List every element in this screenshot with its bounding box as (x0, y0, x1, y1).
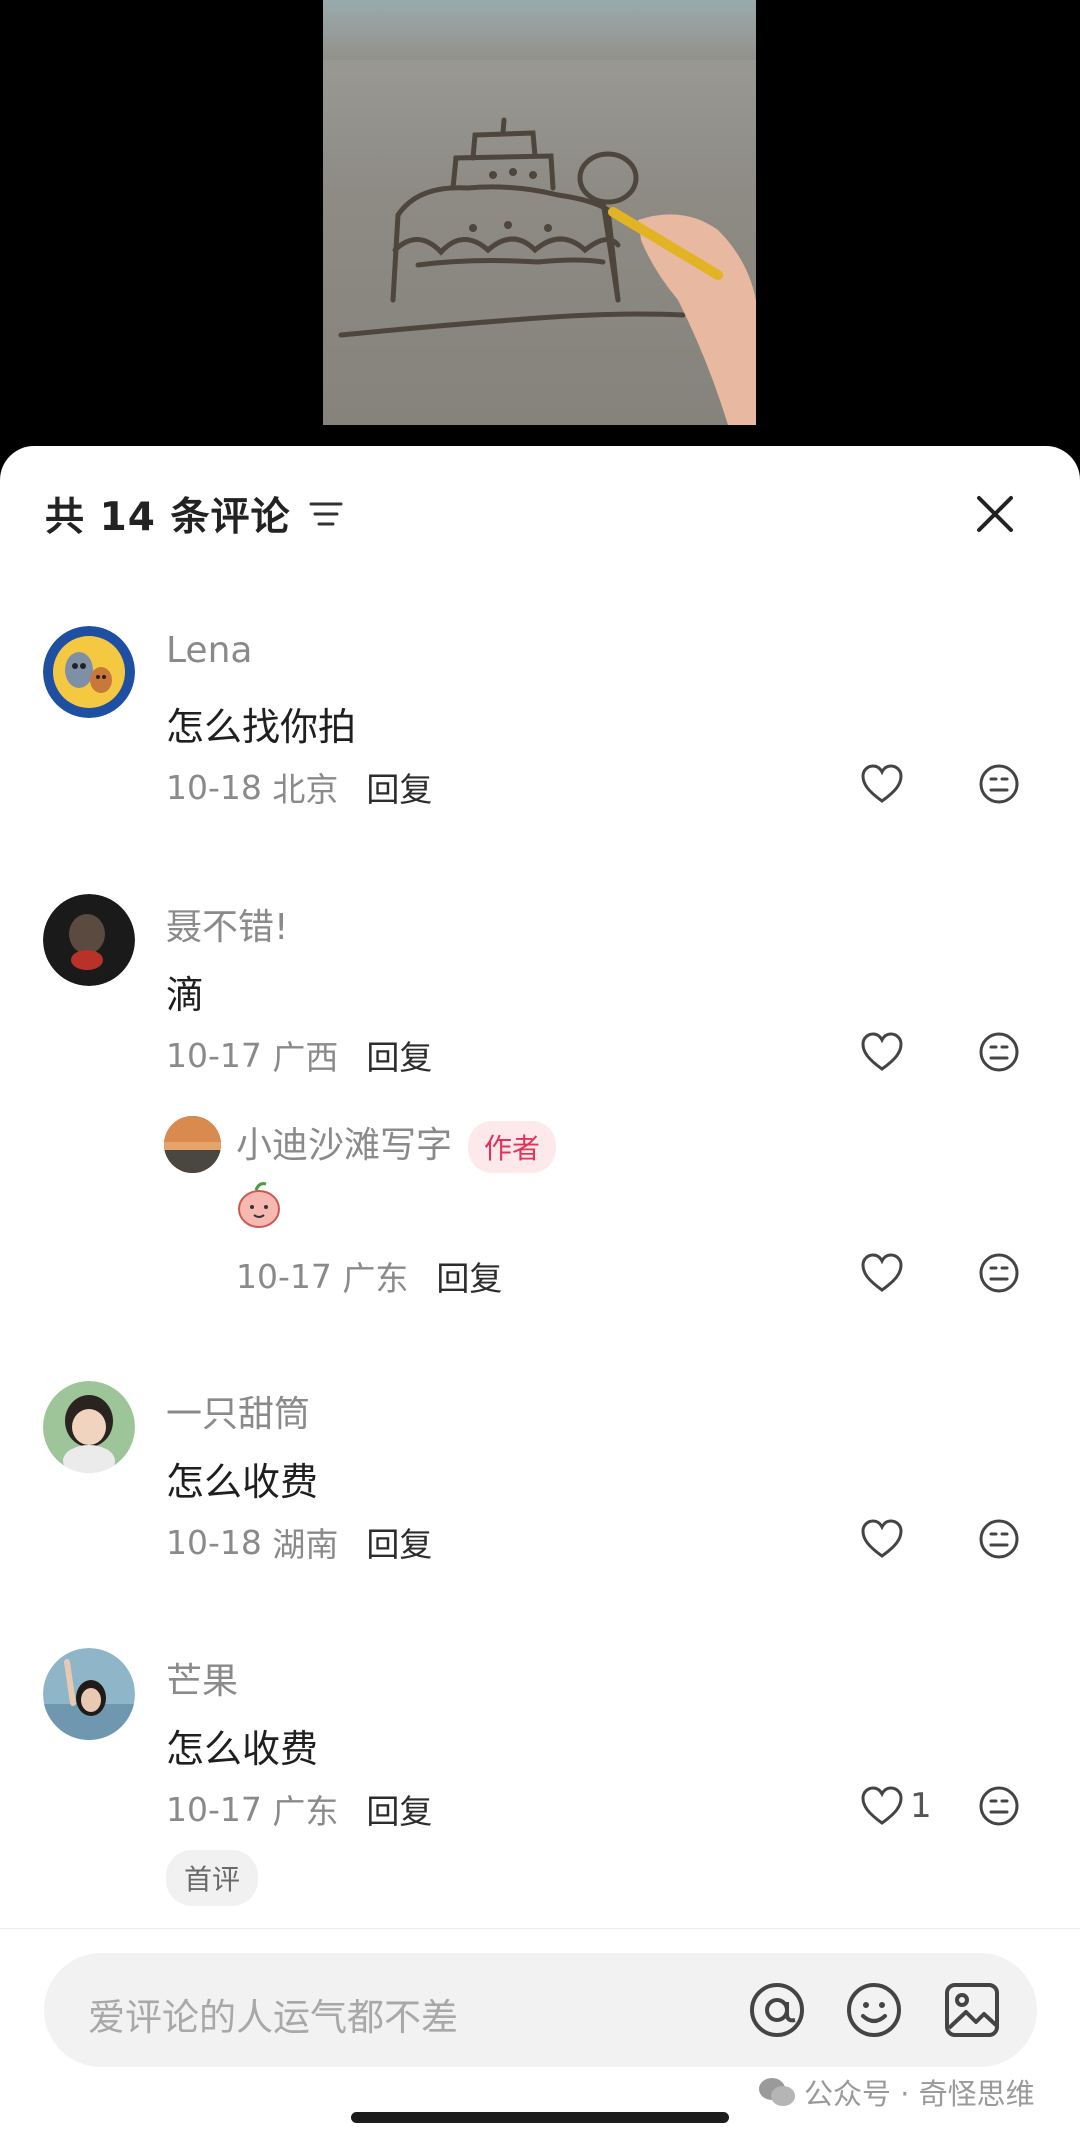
like-button[interactable] (860, 1517, 910, 1561)
author-tag: 作者 (468, 1121, 557, 1173)
comment-input-bar: 爱评论的人运气都不差 公众号 · 奇怪思维 (0, 1928, 1080, 2140)
comment-count: 14 (99, 495, 156, 540)
first-comment-badge: 首评 (166, 1850, 259, 1906)
peach-sticker-icon (238, 1182, 280, 1228)
sunset-beach-avatar-icon (164, 1116, 221, 1173)
sea-portrait-avatar-icon (43, 1648, 135, 1740)
avatar[interactable] (43, 894, 135, 986)
video-preview[interactable] (0, 0, 1080, 446)
home-indicator[interactable] (351, 2112, 729, 2123)
comment-author[interactable]: 芒果 (166, 1652, 238, 1704)
comment-text: 滴 (166, 973, 205, 1017)
tom-and-jerry-avatar-icon (43, 626, 135, 718)
sort-icon[interactable] (308, 499, 344, 529)
avatar[interactable] (164, 1116, 221, 1173)
comment-location: 广东 (272, 1792, 339, 1831)
comment-author[interactable]: 聂不错! (166, 898, 288, 950)
wechat-icon (759, 2078, 795, 2106)
like-button[interactable] (860, 762, 910, 806)
comment-date: 10-17 (166, 1789, 262, 1829)
heart-icon (861, 764, 903, 803)
comment-location: 湖南 (272, 1525, 339, 1564)
comment-sheet-header: 共 14 条评论 (45, 484, 1040, 544)
watermark-text: 公众号 · 奇怪思维 (804, 2077, 1035, 2111)
comment-meta: 10-18 湖南 回复 (166, 1518, 432, 1566)
image-icon[interactable] (942, 1980, 1002, 2040)
dislike-face-icon[interactable] (978, 1785, 1020, 1827)
heart-icon (861, 1032, 903, 1071)
reply-author-row: 小迪沙滩写字 作者 (236, 1116, 557, 1173)
heart-icon (861, 1519, 903, 1558)
comment-date: 10-18 (166, 1522, 262, 1562)
emoji-icon[interactable] (844, 1980, 904, 2040)
mention-icon[interactable] (747, 1980, 807, 2040)
comment-meta: 10-18 北京 回复 (166, 763, 432, 811)
comment-date: 10-17 (166, 1035, 262, 1075)
comment-location: 广西 (272, 1038, 339, 1077)
reply-button[interactable]: 回复 (366, 763, 432, 811)
avatar[interactable] (43, 626, 135, 718)
like-count: 1 (910, 1786, 932, 1826)
reply-button[interactable]: 回复 (436, 1252, 502, 1300)
sand-drawing-image (323, 0, 756, 425)
dislike-face-icon[interactable] (978, 1252, 1020, 1294)
title-suffix: 条评论 (170, 495, 291, 540)
dislike-face-icon[interactable] (978, 763, 1020, 805)
reply-meta: 10-17 广东 回复 (236, 1252, 502, 1300)
comment-author[interactable]: 一只甜筒 (166, 1385, 310, 1437)
comment-text: 怎么找你拍 (166, 705, 357, 749)
child-avatar-icon (43, 1381, 135, 1473)
like-button[interactable] (860, 1030, 910, 1074)
dark-portrait-avatar-icon (43, 894, 135, 986)
comment-input[interactable]: 爱评论的人运气都不差 (44, 1953, 1037, 2067)
comment-meta: 10-17 广东 回复 (166, 1785, 432, 1833)
heart-icon (861, 1786, 903, 1825)
comment-date: 10-18 (166, 767, 262, 807)
comment-author[interactable]: Lena (166, 630, 252, 671)
dislike-face-icon[interactable] (978, 1031, 1020, 1073)
avatar[interactable] (43, 1648, 135, 1740)
title-prefix: 共 (45, 495, 86, 540)
comment-meta: 10-17 广西 回复 (166, 1031, 432, 1079)
reply-button[interactable]: 回复 (366, 1785, 432, 1833)
reply-location: 广东 (342, 1259, 409, 1298)
input-placeholder: 爱评论的人运气都不差 (88, 1996, 458, 2039)
like-button[interactable]: 1 (860, 1784, 940, 1828)
comment-location: 北京 (272, 770, 339, 809)
comment-count-title: 共 14 条评论 (45, 486, 290, 542)
dislike-face-icon[interactable] (978, 1518, 1020, 1560)
watermark: 公众号 · 奇怪思维 (758, 2071, 1035, 2113)
reply-button[interactable]: 回复 (366, 1031, 432, 1079)
heart-icon (861, 1253, 903, 1292)
close-button[interactable] (965, 484, 1025, 544)
close-icon (977, 496, 1013, 532)
reply-date: 10-17 (236, 1256, 332, 1296)
reply-author[interactable]: 小迪沙滩写字 (236, 1125, 452, 1166)
comment-text: 怎么收费 (166, 1460, 319, 1504)
comment-text: 怎么收费 (166, 1727, 319, 1771)
reply-button[interactable]: 回复 (366, 1518, 432, 1566)
like-button[interactable] (860, 1251, 910, 1295)
avatar[interactable] (43, 1381, 135, 1473)
comment-sheet: 共 14 条评论 Lena 怎么找你拍 10-18 北京 回复 聂不错! 滴 1… (0, 446, 1080, 2139)
